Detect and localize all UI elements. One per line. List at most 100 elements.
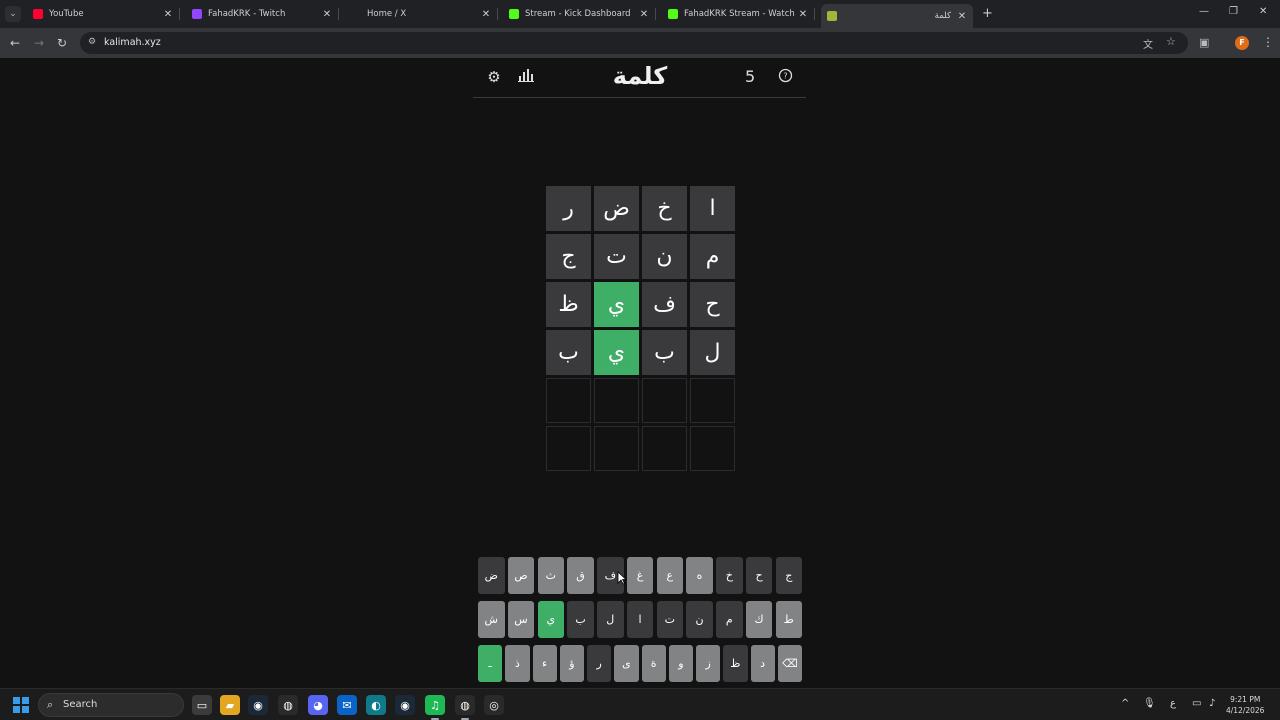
discord-icon[interactable]: ◕ [308, 695, 328, 715]
keyboard-key[interactable]: ث [537, 557, 564, 594]
keyboard-key[interactable]: د [750, 645, 775, 682]
on-screen-keyboard: ج ح خ ه ع غ ف ق ث ص ض ط ك م ن ت ا ل ب ي س ش ⌫ د ظ ز و ة ى ر ؤ ء ذ ـ [478, 557, 802, 689]
keyboard-key[interactable]: ظ [723, 645, 748, 682]
board-tile: ب [642, 330, 687, 375]
url-text: kalimah.xyz [104, 37, 161, 48]
chrome-icon[interactable]: ◍ [278, 695, 298, 715]
browser-tab[interactable]: FahadKRK Stream - Watch Live✕ [662, 4, 815, 24]
board-tile: ن [642, 234, 687, 279]
keyboard-key[interactable]: س [507, 601, 535, 638]
browser-tab[interactable]: Home / X ✕ [345, 4, 498, 24]
tab-close-icon[interactable]: ✕ [481, 9, 491, 20]
microphone-icon[interactable]: 🎙 [1143, 698, 1156, 709]
keyboard-key[interactable]: م [716, 601, 743, 638]
tab-strip: ⌄ YouTube ✕ FahadKRK - Twitch ✕ Home / X ✕ Str… [0, 0, 1280, 28]
keyboard-key[interactable]: ك [745, 601, 773, 638]
spotify-icon[interactable]: ♫ [425, 695, 445, 720]
steam-alt-icon[interactable]: ◉ [395, 695, 415, 715]
youtube-icon [33, 9, 43, 19]
language-indicator[interactable]: ع [1170, 698, 1176, 709]
tray-chevron-icon[interactable]: ^ [1121, 698, 1129, 709]
statistics-icon[interactable] [517, 68, 535, 86]
svg-text:?: ? [783, 72, 787, 81]
keyboard-key[interactable]: ب [567, 601, 594, 638]
board-tile [546, 378, 591, 423]
keyboard-key[interactable]: ز [696, 645, 721, 682]
restore-icon[interactable]: ❐ [1229, 6, 1238, 17]
board-tile: ح [690, 282, 735, 327]
keyboard-key[interactable]: ل [597, 601, 624, 638]
keyboard-key[interactable]: ص [507, 557, 535, 594]
keyboard-key[interactable]: ج [775, 557, 802, 594]
keyboard-key[interactable]: ا [626, 601, 654, 638]
back-arrow-icon[interactable]: ← [10, 36, 20, 50]
keyboard-key[interactable]: ن [686, 601, 713, 638]
keyboard-key[interactable]: ة [641, 645, 666, 682]
window-close-icon[interactable]: ✕ [1259, 6, 1267, 17]
help-icon[interactable]: ? [776, 68, 794, 86]
task-view-icon[interactable]: ▭ [192, 695, 212, 715]
reload-icon[interactable]: ↻ [57, 36, 67, 50]
browser-tab[interactable]: Stream - Kick Dashboard ✕ [503, 4, 656, 24]
board-tile [546, 426, 591, 471]
chrome-active-icon[interactable]: ◍ [455, 695, 475, 720]
tab-search-chevron-icon[interactable]: ⌄ [5, 6, 21, 22]
tab-close-icon[interactable]: ✕ [798, 9, 808, 20]
keyboard-key[interactable]: ق [567, 557, 594, 594]
tab-title: FahadKRK Stream - Watch Live [684, 9, 798, 19]
translate-icon[interactable]: 文 [1143, 36, 1153, 51]
browser-tab[interactable]: YouTube ✕ [27, 4, 180, 24]
keyboard-key[interactable]: و [668, 645, 693, 682]
obs-icon[interactable]: ◎ [484, 695, 504, 715]
extensions-icon[interactable]: ▣ [1199, 36, 1209, 49]
keyboard-key[interactable]: ء [532, 645, 557, 682]
keyboard-key[interactable]: ر [587, 645, 612, 682]
tab-close-icon[interactable]: ✕ [163, 9, 173, 20]
browser-tab[interactable]: FahadKRK - Twitch ✕ [186, 4, 339, 24]
settings-gear-icon[interactable]: ⚙ [485, 68, 503, 86]
network-icon[interactable]: ▭ [1192, 698, 1201, 709]
bookmark-star-icon[interactable]: ☆ [1166, 35, 1176, 48]
backspace-key[interactable]: ⌫ [777, 645, 802, 682]
browser-tab[interactable]: كلمة ✕ [821, 4, 973, 28]
taskbar-search[interactable]: ⌕ Search [38, 693, 184, 717]
address-bar[interactable]: ⚙ kalimah.xyz 文 ☆ [80, 32, 1188, 54]
volume-icon[interactable]: ♪ [1209, 698, 1215, 709]
keyboard-key[interactable]: ع [656, 557, 683, 594]
keyboard-key[interactable]: ت [656, 601, 683, 638]
tab-close-icon[interactable]: ✕ [957, 11, 967, 22]
tab-title: Stream - Kick Dashboard [525, 9, 631, 19]
site-info-icon[interactable]: ⚙ [88, 37, 96, 47]
keyboard-key[interactable]: ح [745, 557, 773, 594]
keyboard-key[interactable]: ى [614, 645, 639, 682]
windows-start-icon[interactable] [13, 697, 29, 713]
twitch-icon [192, 9, 202, 19]
board-tile: ي [594, 282, 639, 327]
forward-arrow-icon[interactable]: → [34, 36, 44, 50]
keyboard-key[interactable]: ذ [505, 645, 530, 682]
keyboard-key[interactable]: ش [478, 601, 505, 638]
keyboard-key[interactable]: ض [478, 557, 505, 594]
keyboard-row: جحخهعغفقثصض [478, 557, 802, 594]
new-tab-button[interactable]: + [982, 6, 993, 21]
keyboard-key[interactable]: ه [686, 557, 713, 594]
steam-icon[interactable]: ◉ [248, 695, 268, 715]
keyboard-key[interactable]: خ [716, 557, 743, 594]
keyboard-key[interactable]: ط [775, 601, 802, 638]
tab-close-icon[interactable]: ✕ [639, 9, 649, 20]
keyboard-key[interactable]: غ [626, 557, 654, 594]
minimize-icon[interactable]: — [1199, 6, 1209, 17]
board-tile: ل [690, 330, 735, 375]
keyboard-key[interactable]: ي [537, 601, 564, 638]
keyboard-key[interactable]: ؤ [559, 645, 584, 682]
taskbar-clock[interactable]: 9:21 PM 4/12/2026 [1226, 694, 1264, 716]
edge-icon[interactable]: ◐ [366, 695, 386, 715]
mail-icon[interactable]: ✉ [337, 695, 357, 715]
browser-menu-icon[interactable]: ⋮ [1262, 35, 1274, 49]
taskbar: ⌕ Search ▭ ▰ ◉ ◍ ◕ ✉ ◐ ◉ ♫ ◍ ◎ ^ 🎙 ع ▭ ♪… [0, 688, 1280, 720]
board-tile: ظ [546, 282, 591, 327]
profile-avatar[interactable]: F [1235, 36, 1249, 50]
tab-close-icon[interactable]: ✕ [322, 9, 332, 20]
enter-key[interactable]: ـ [478, 645, 503, 682]
file-explorer-icon[interactable]: ▰ [220, 695, 240, 715]
